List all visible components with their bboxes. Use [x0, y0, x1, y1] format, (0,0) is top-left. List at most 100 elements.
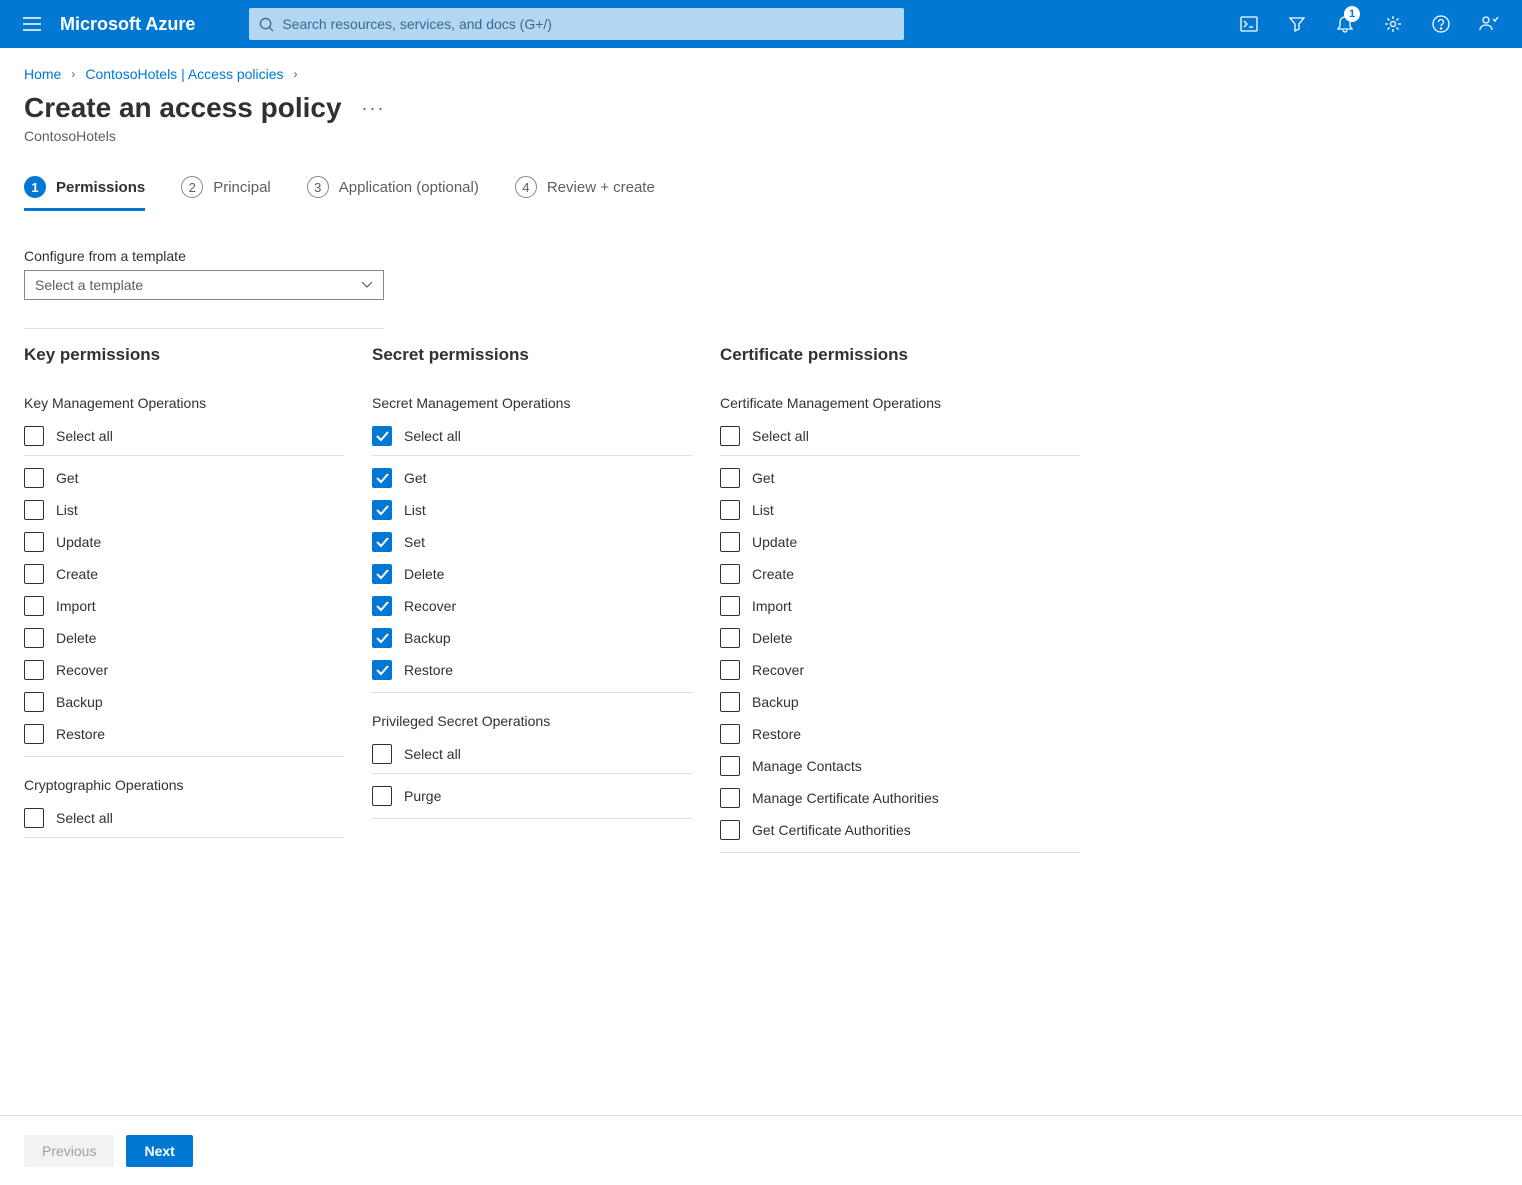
permission-checkbox[interactable]: [720, 788, 740, 808]
select-all-label: Select all: [752, 428, 809, 444]
previous-button[interactable]: Previous: [24, 1135, 114, 1167]
permission-row: List: [24, 494, 344, 526]
permission-checkbox[interactable]: [372, 468, 392, 488]
select-all-checkbox[interactable]: [24, 426, 44, 446]
tab-principal[interactable]: 2 Principal: [181, 168, 271, 210]
permission-row: Get: [24, 462, 344, 494]
breadcrumb: Home › ContosoHotels | Access policies ›: [0, 48, 1522, 88]
tab-label: Review + create: [547, 179, 655, 196]
search-input[interactable]: [282, 16, 894, 32]
feedback-icon: [1479, 15, 1499, 33]
permission-checkbox[interactable]: [372, 532, 392, 552]
permission-checkbox[interactable]: [24, 724, 44, 744]
certificate-permissions-column: Certificate permissions Certificate Mana…: [720, 345, 1080, 857]
permission-checkbox[interactable]: [24, 532, 44, 552]
permission-checkbox[interactable]: [24, 628, 44, 648]
hamburger-icon: [23, 17, 41, 31]
permission-checkbox[interactable]: [372, 628, 392, 648]
permission-label: List: [752, 502, 774, 518]
cloud-shell-button[interactable]: [1228, 0, 1270, 48]
tab-label: Principal: [213, 179, 271, 196]
select-all-checkbox[interactable]: [24, 808, 44, 828]
permission-checkbox[interactable]: [24, 500, 44, 520]
page-header: Create an access policy ···: [0, 88, 1522, 128]
permission-checkbox[interactable]: [720, 596, 740, 616]
notifications-button[interactable]: 1: [1324, 0, 1366, 48]
permission-label: Restore: [404, 662, 453, 678]
permission-group: Certificate Management Operations Select…: [720, 395, 1080, 853]
tab-permissions[interactable]: 1 Permissions: [24, 168, 145, 210]
feedback-button[interactable]: [1468, 0, 1510, 48]
filter-icon: [1288, 15, 1306, 33]
permission-checkbox[interactable]: [372, 596, 392, 616]
permission-checkbox[interactable]: [372, 660, 392, 680]
breadcrumb-home[interactable]: Home: [24, 66, 61, 82]
settings-button[interactable]: [1372, 0, 1414, 48]
permission-checkbox[interactable]: [720, 756, 740, 776]
permission-label: Backup: [56, 694, 103, 710]
permission-group: Cryptographic Operations Select all: [24, 777, 344, 838]
select-all-label: Select all: [56, 428, 113, 444]
permission-row: Restore: [372, 654, 692, 686]
page-subtitle: ContosoHotels: [0, 128, 1522, 168]
permission-checkbox[interactable]: [24, 468, 44, 488]
help-icon: [1432, 15, 1450, 33]
permission-checkbox[interactable]: [372, 564, 392, 584]
permission-checkbox[interactable]: [720, 532, 740, 552]
search-box[interactable]: [249, 8, 904, 40]
column-title: Key permissions: [24, 345, 344, 365]
permission-row: Get Certificate Authorities: [720, 814, 1080, 846]
permission-checkbox[interactable]: [720, 724, 740, 744]
help-button[interactable]: [1420, 0, 1462, 48]
permission-checkbox[interactable]: [720, 500, 740, 520]
permission-checkbox[interactable]: [720, 820, 740, 840]
permission-row: List: [372, 494, 692, 526]
permission-checkbox[interactable]: [720, 692, 740, 712]
directories-button[interactable]: [1276, 0, 1318, 48]
more-menu-button[interactable]: ···: [362, 98, 386, 119]
permission-checkbox[interactable]: [720, 564, 740, 584]
permission-label: Recover: [404, 598, 456, 614]
permission-checkbox[interactable]: [720, 628, 740, 648]
permission-row: Backup: [372, 622, 692, 654]
wizard-footer: Previous Next: [0, 1115, 1522, 1185]
template-select[interactable]: Select a template: [24, 270, 384, 300]
select-all-checkbox[interactable]: [372, 744, 392, 764]
group-title: Privileged Secret Operations: [372, 713, 692, 729]
chevron-right-icon: ›: [294, 67, 298, 81]
permission-label: Backup: [752, 694, 799, 710]
tab-application[interactable]: 3 Application (optional): [307, 168, 479, 210]
cloud-shell-icon: [1240, 16, 1258, 32]
template-label: Configure from a template: [24, 248, 1498, 264]
group-title: Key Management Operations: [24, 395, 344, 411]
permission-list: Get List Update Create Import Delete Rec…: [720, 462, 1080, 853]
permission-checkbox[interactable]: [24, 596, 44, 616]
permission-label: Delete: [56, 630, 96, 646]
permission-label: Recover: [56, 662, 108, 678]
permission-checkbox[interactable]: [24, 564, 44, 584]
menu-button[interactable]: [8, 0, 56, 48]
permission-checkbox[interactable]: [720, 660, 740, 680]
permission-checkbox[interactable]: [24, 660, 44, 680]
breadcrumb-resource[interactable]: ContosoHotels | Access policies: [85, 66, 283, 82]
next-button[interactable]: Next: [126, 1135, 192, 1167]
permission-label: Purge: [404, 788, 441, 804]
select-all-checkbox[interactable]: [720, 426, 740, 446]
permission-group: Secret Management Operations Select all …: [372, 395, 692, 693]
permission-checkbox[interactable]: [372, 786, 392, 806]
permission-row: List: [720, 494, 1080, 526]
permission-checkbox[interactable]: [372, 500, 392, 520]
permission-group: Key Management Operations Select all Get…: [24, 395, 344, 757]
tab-review[interactable]: 4 Review + create: [515, 168, 655, 210]
permission-label: Get: [404, 470, 427, 486]
key-permissions-column: Key permissions Key Management Operation…: [24, 345, 344, 857]
permission-checkbox[interactable]: [720, 468, 740, 488]
select-all-checkbox[interactable]: [372, 426, 392, 446]
permission-checkbox[interactable]: [24, 692, 44, 712]
group-title: Cryptographic Operations: [24, 777, 344, 793]
permission-label: Create: [56, 566, 98, 582]
brand-label[interactable]: Microsoft Azure: [56, 14, 209, 35]
permission-label: Delete: [404, 566, 444, 582]
select-all-row: Select all: [372, 421, 692, 456]
chevron-down-icon: [361, 281, 373, 289]
